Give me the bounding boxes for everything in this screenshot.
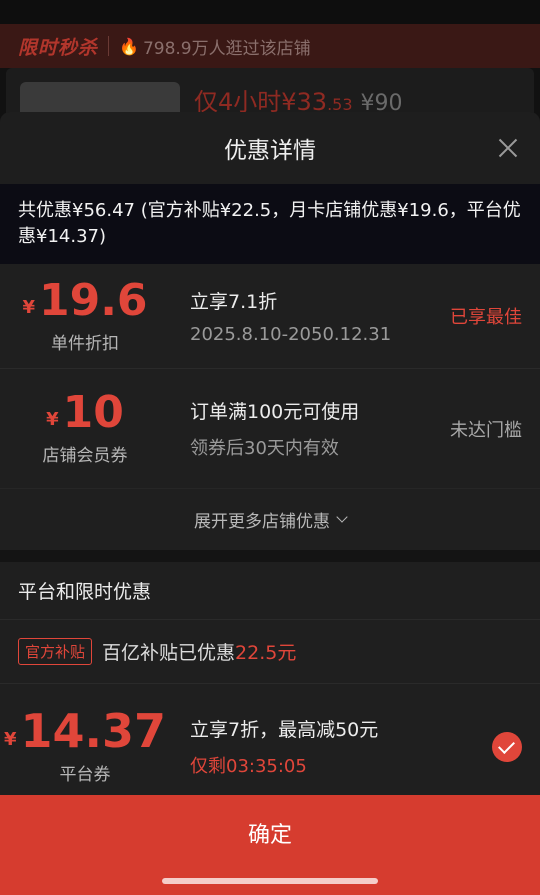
expand-more-button[interactable]: 展开更多店铺优惠 — [0, 488, 540, 550]
checkmark-icon[interactable] — [492, 732, 522, 762]
coupon-name: 平台券 — [59, 764, 111, 785]
coupon-status: 未达门槛 — [450, 419, 522, 441]
coupon-amount: ¥14.37 — [3, 703, 167, 758]
section-heading: 平台和限时优惠 — [0, 562, 540, 620]
section-gap — [0, 550, 540, 562]
flash-sale-banner: 限时秒杀 🔥 798.9万人逛过该店铺 — [0, 24, 540, 68]
discount-summary: 共优惠¥56.47 (官方补贴¥22.5，月卡店铺优惠¥19.6，平台优惠¥14… — [0, 184, 540, 264]
official-subsidy-row: 官方补贴 百亿补贴已优惠 22.5元 — [0, 620, 540, 684]
divider — [108, 36, 110, 56]
coupon-status: 已享最佳 — [450, 307, 522, 328]
coupon-description: 立享7折，最高减50元 — [190, 718, 379, 741]
store-coupon-list: ¥19.6 单件折扣 立享7.1折 2025.8.10-2050.12.31 已… — [0, 264, 540, 550]
coupon-row: ¥10 店铺会员券 订单满100元可使用 领券后30天内有效 未达门槛 — [0, 368, 540, 488]
sheet-header: 优惠详情 — [0, 112, 540, 184]
platform-discount-section: 平台和限时优惠 官方补贴 百亿补贴已优惠 22.5元 ¥14.37 平台券 立享7… — [0, 562, 540, 808]
subsidy-amount: 22.5元 — [235, 642, 297, 664]
chevron-down-icon — [336, 510, 348, 523]
status-bar — [0, 0, 540, 24]
coupon-row: ¥19.6 单件折扣 立享7.1折 2025.8.10-2050.12.31 已… — [0, 264, 540, 368]
expand-more-label: 展开更多店铺优惠 — [194, 512, 330, 532]
flash-sale-title: 限时秒杀 — [18, 36, 99, 59]
close-icon[interactable] — [496, 136, 520, 160]
coupon-amount: ¥10 — [46, 387, 124, 438]
fire-icon: 🔥 — [119, 36, 139, 56]
product-card: 仅4小时¥33.53 ¥90 — [6, 68, 534, 122]
countdown-timer: 仅剩03:35:05 — [190, 755, 307, 777]
sheet-title: 优惠详情 — [224, 138, 316, 164]
coupon-name: 单件折扣 — [51, 333, 119, 354]
platform-coupon-row[interactable]: ¥14.37 平台券 立享7折，最高减50元 仅剩03:35:05 — [0, 684, 540, 808]
discount-detail-sheet: 优惠详情 共优惠¥56.47 (官方补贴¥22.5，月卡店铺优惠¥19.6，平台… — [0, 112, 540, 895]
coupon-amount: ¥19.6 — [22, 274, 148, 326]
visitor-count: 798.9万人逛过该店铺 — [142, 38, 311, 59]
coupon-name: 店铺会员券 — [42, 446, 128, 466]
home-indicator — [162, 878, 378, 884]
subsidy-badge: 官方补贴 — [18, 638, 93, 665]
subsidy-text: 百亿补贴已优惠 — [102, 642, 236, 664]
